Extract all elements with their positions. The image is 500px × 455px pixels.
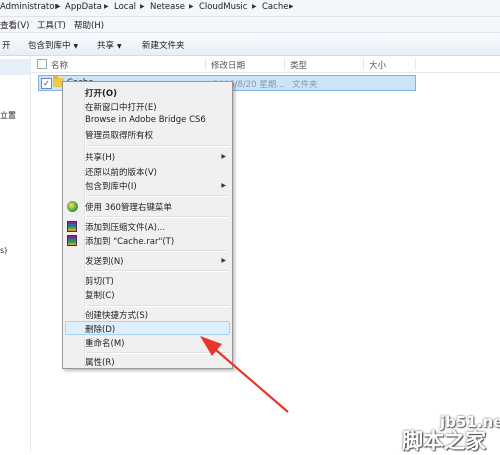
arrow-shaft bbox=[215, 349, 289, 413]
annotation-arrow bbox=[200, 336, 289, 413]
watermark-brand: 脚本之家 bbox=[402, 429, 486, 453]
